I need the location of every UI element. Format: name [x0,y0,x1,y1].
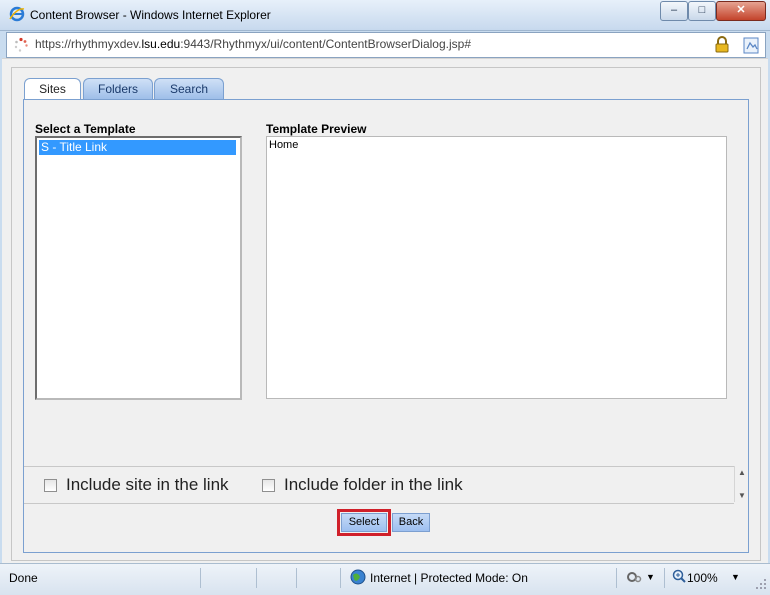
link-options: Include site in the link Include folder … [24,466,734,504]
sites-panel: Select a Template Template Preview S - T… [23,99,749,553]
options-scrollbar[interactable]: ▲ ▼ [734,466,749,502]
url-text[interactable]: https://rhythmyxdev.lsu.edu:9443/Rhythmy… [35,37,471,51]
tab-search[interactable]: Search [154,78,224,100]
status-separator [616,568,617,588]
protected-mode-icon[interactable] [626,570,642,584]
lock-icon[interactable] [714,36,730,53]
template-preview-label: Template Preview [266,122,367,136]
ie-logo-icon [9,6,25,22]
content-browser-dialog: Sites Folders Search Select a Template T… [11,67,761,561]
tab-folders[interactable]: Folders [83,78,153,100]
template-listbox[interactable]: S - Title Link [35,136,242,400]
zoom-level[interactable]: 100% [687,571,718,585]
select-template-label: Select a Template [35,122,136,136]
preview-content: Home [269,139,299,151]
status-separator [340,568,341,588]
minimize-button[interactable]: – [660,1,688,21]
include-folder-checkbox[interactable] [262,479,275,492]
tab-sites[interactable]: Sites [24,78,81,101]
include-site-label[interactable]: Include site in the link [66,475,229,495]
include-folder-label[interactable]: Include folder in the link [284,475,463,495]
status-separator [200,568,201,588]
globe-icon [350,569,366,585]
status-separator [296,568,297,588]
include-site-checkbox[interactable] [44,479,57,492]
window-title: Content Browser - Windows Internet Explo… [30,8,271,22]
page-viewport: Sites Folders Search Select a Template T… [2,58,768,563]
window-titlebar: Content Browser - Windows Internet Explo… [0,0,770,31]
template-preview-box: Home [266,136,727,399]
status-bar: Done Internet | Protected Mode: On ▼ 100… [0,563,770,595]
close-button[interactable]: ✕ [716,1,766,21]
list-item[interactable]: S - Title Link [39,140,236,155]
status-text: Done [9,571,38,585]
status-separator [256,568,257,588]
security-zone-text[interactable]: Internet | Protected Mode: On [370,571,528,585]
select-button[interactable]: Select [337,509,391,536]
resize-grip-icon[interactable] [755,578,767,590]
chevron-down-icon[interactable]: ▼ [646,572,655,582]
loading-icon [14,37,28,52]
scroll-up-icon[interactable]: ▲ [738,468,746,477]
compatibility-view-icon[interactable] [742,35,762,55]
scroll-down-icon[interactable]: ▼ [738,491,746,500]
back-button[interactable]: Back [392,513,430,532]
status-separator [664,568,665,588]
chevron-down-icon[interactable]: ▼ [731,572,740,582]
address-bar[interactable]: https://rhythmyxdev.lsu.edu:9443/Rhythmy… [6,32,766,58]
maximize-button[interactable]: □ [688,1,716,21]
zoom-icon[interactable] [672,569,686,583]
